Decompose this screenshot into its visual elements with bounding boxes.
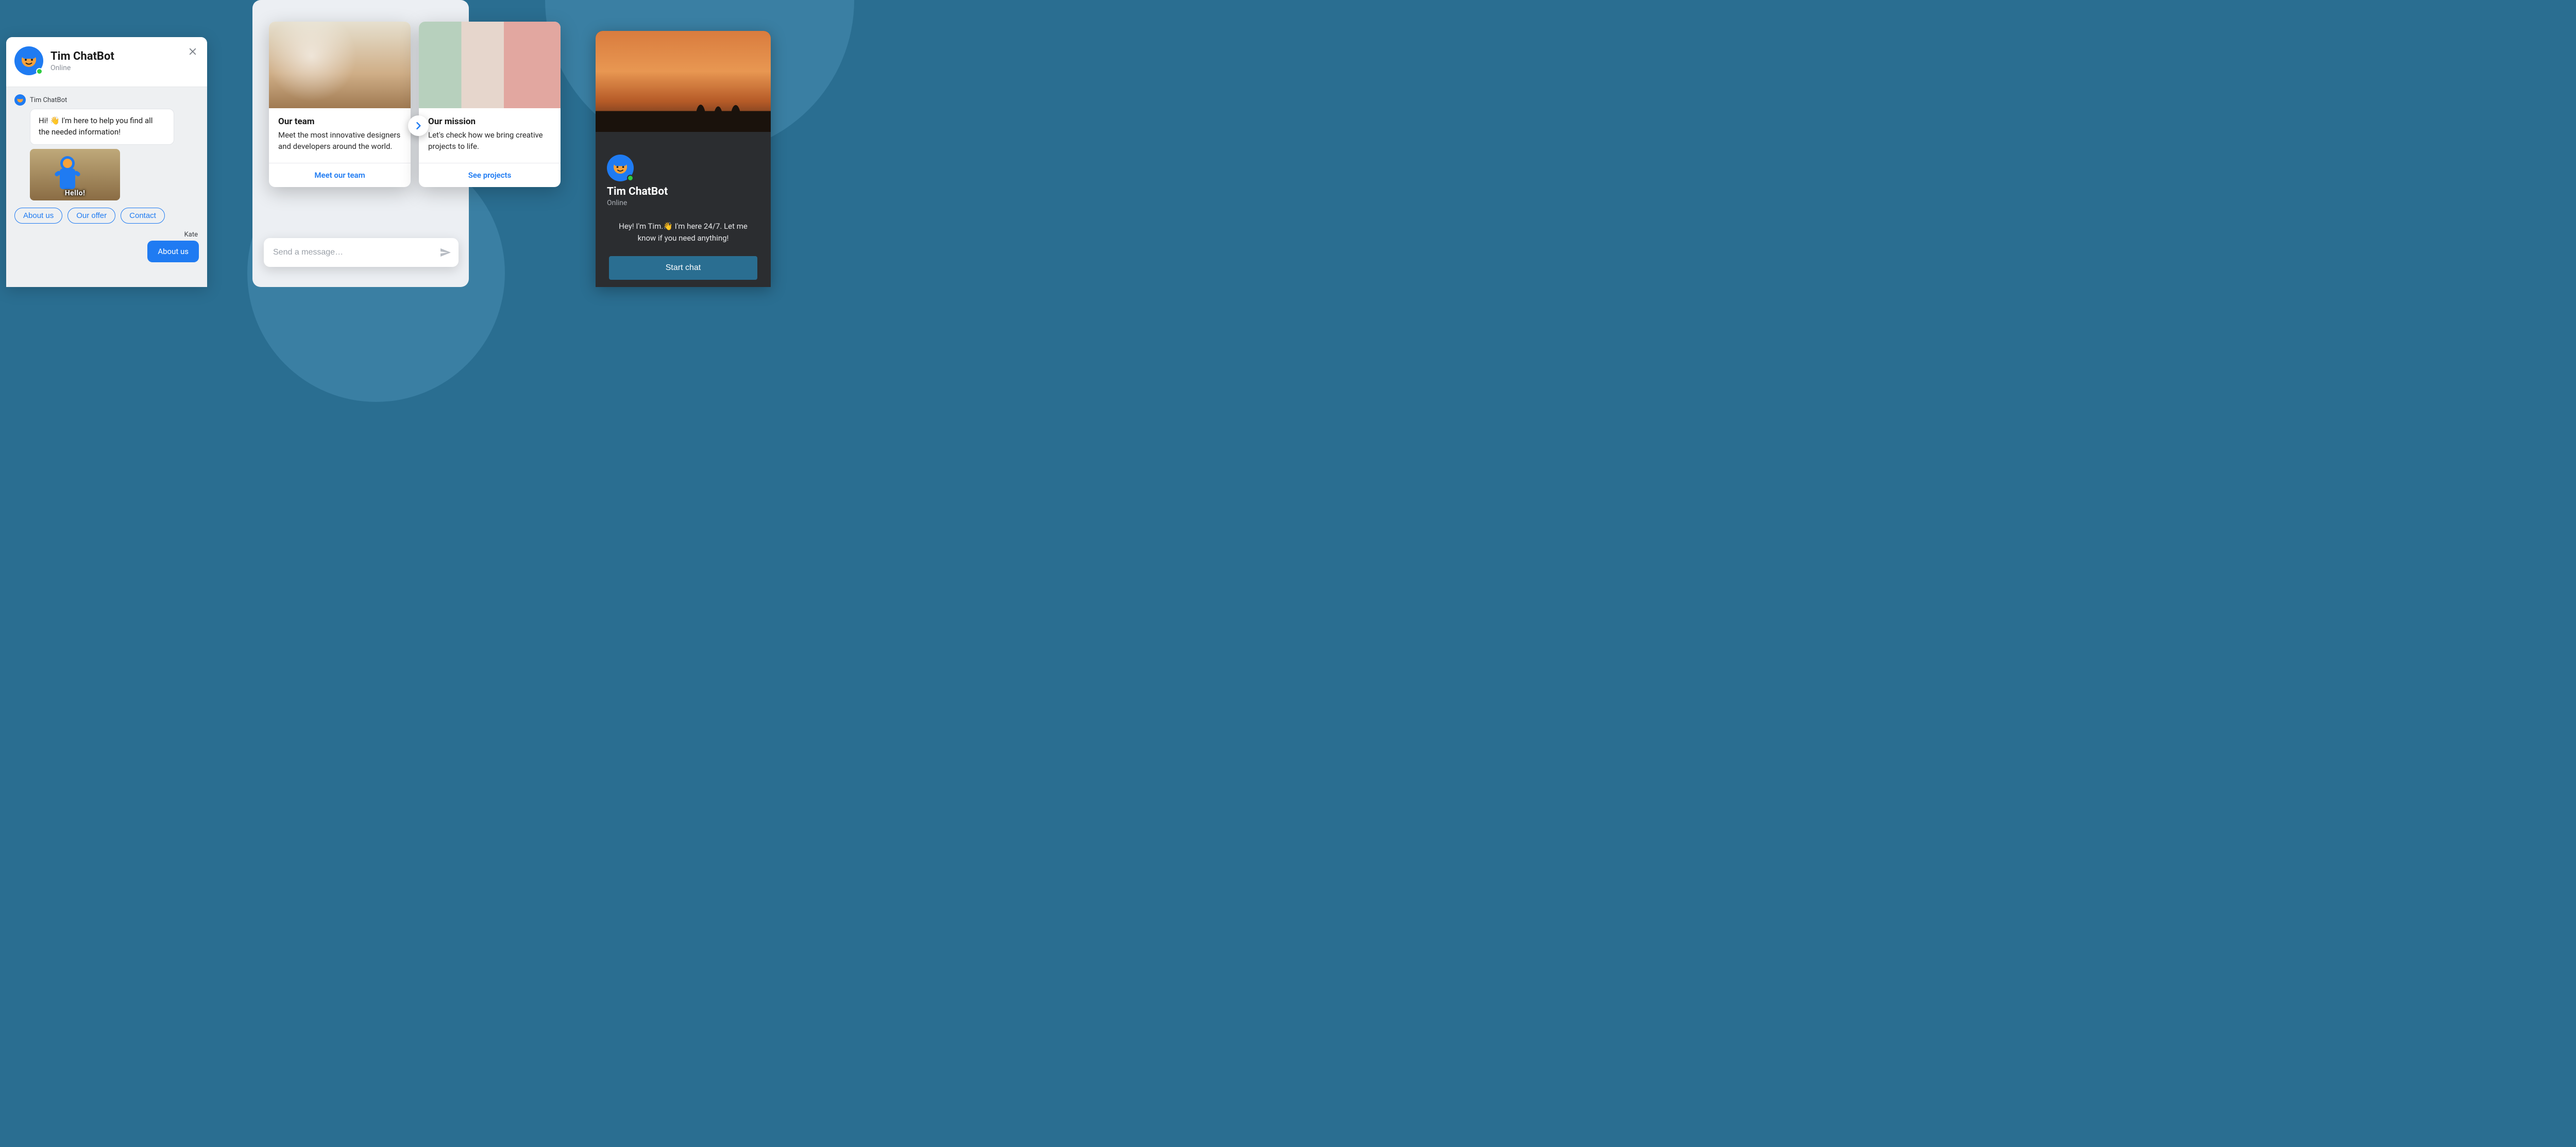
bot-avatar [14,46,43,75]
message-sender: Tim ChatBot [30,96,67,104]
presence-indicator [627,175,634,181]
close-icon[interactable] [185,44,200,59]
launcher-title: Tim ChatBot [607,185,668,198]
presence-indicator [36,68,43,75]
rich-image-caption: Hello! [65,189,86,197]
launcher-hero-image [596,31,771,132]
chat-body: Tim ChatBot Hi! 👋 I'm here to help you f… [6,87,207,239]
launcher-status: Online [607,199,668,207]
card-title: Our team [278,116,401,127]
card-image [269,22,411,108]
quick-reply-contact[interactable]: Contact [121,208,165,224]
card-title: Our mission [428,116,551,127]
launcher-header: Tim ChatBot Online [607,185,668,207]
bot-avatar [607,155,634,181]
chat-launcher: Tim ChatBot Online Hey! I'm Tim.👋 I'm he… [596,31,771,287]
chat-header: Tim ChatBot Online [6,37,207,87]
card-text: Let's check how we bring creative projec… [428,130,551,153]
card-image [419,22,561,108]
carousel-next-button[interactable] [408,115,429,136]
wave-emoji: 👋 [50,116,60,125]
chat-title: Tim ChatBot [50,50,114,63]
bot-message-bubble: Hi! 👋 I'm here to help you find all the … [30,109,174,145]
card-carousel: Our team Meet the most innovative design… [269,22,561,187]
greeting-text: Hi! [39,116,50,125]
start-chat-button[interactable]: Start chat [609,256,757,280]
chat-widget: Tim ChatBot Online Tim ChatBot Hi! 👋 I'm… [6,37,207,287]
carousel-card-team: Our team Meet the most innovative design… [269,22,411,187]
message-composer [264,238,459,267]
send-icon[interactable] [439,246,451,259]
message-meta: Tim ChatBot [14,94,199,106]
chat-status: Online [50,64,114,72]
quick-replies: About us Our offer Contact [14,208,199,224]
launcher-greeting: Hey! I'm Tim.👋 I'm here 24/7. Let me kno… [609,221,757,245]
user-message-sender: Kate [14,231,199,239]
carousel-card-mission: Our mission Let's check how we bring cre… [419,22,561,187]
bot-avatar-small [14,94,26,106]
wave-emoji: 👋 [663,222,673,231]
card-cta-button[interactable]: See projects [419,163,561,187]
card-cta-button[interactable]: Meet our team [269,163,411,187]
card-text: Meet the most innovative designers and d… [278,130,401,153]
user-message-bubble: About us [147,241,199,262]
quick-reply-about-us[interactable]: About us [14,208,62,224]
quick-reply-our-offer[interactable]: Our offer [67,208,115,224]
message-input[interactable] [273,248,439,257]
bot-rich-image: Hello! [30,149,120,200]
